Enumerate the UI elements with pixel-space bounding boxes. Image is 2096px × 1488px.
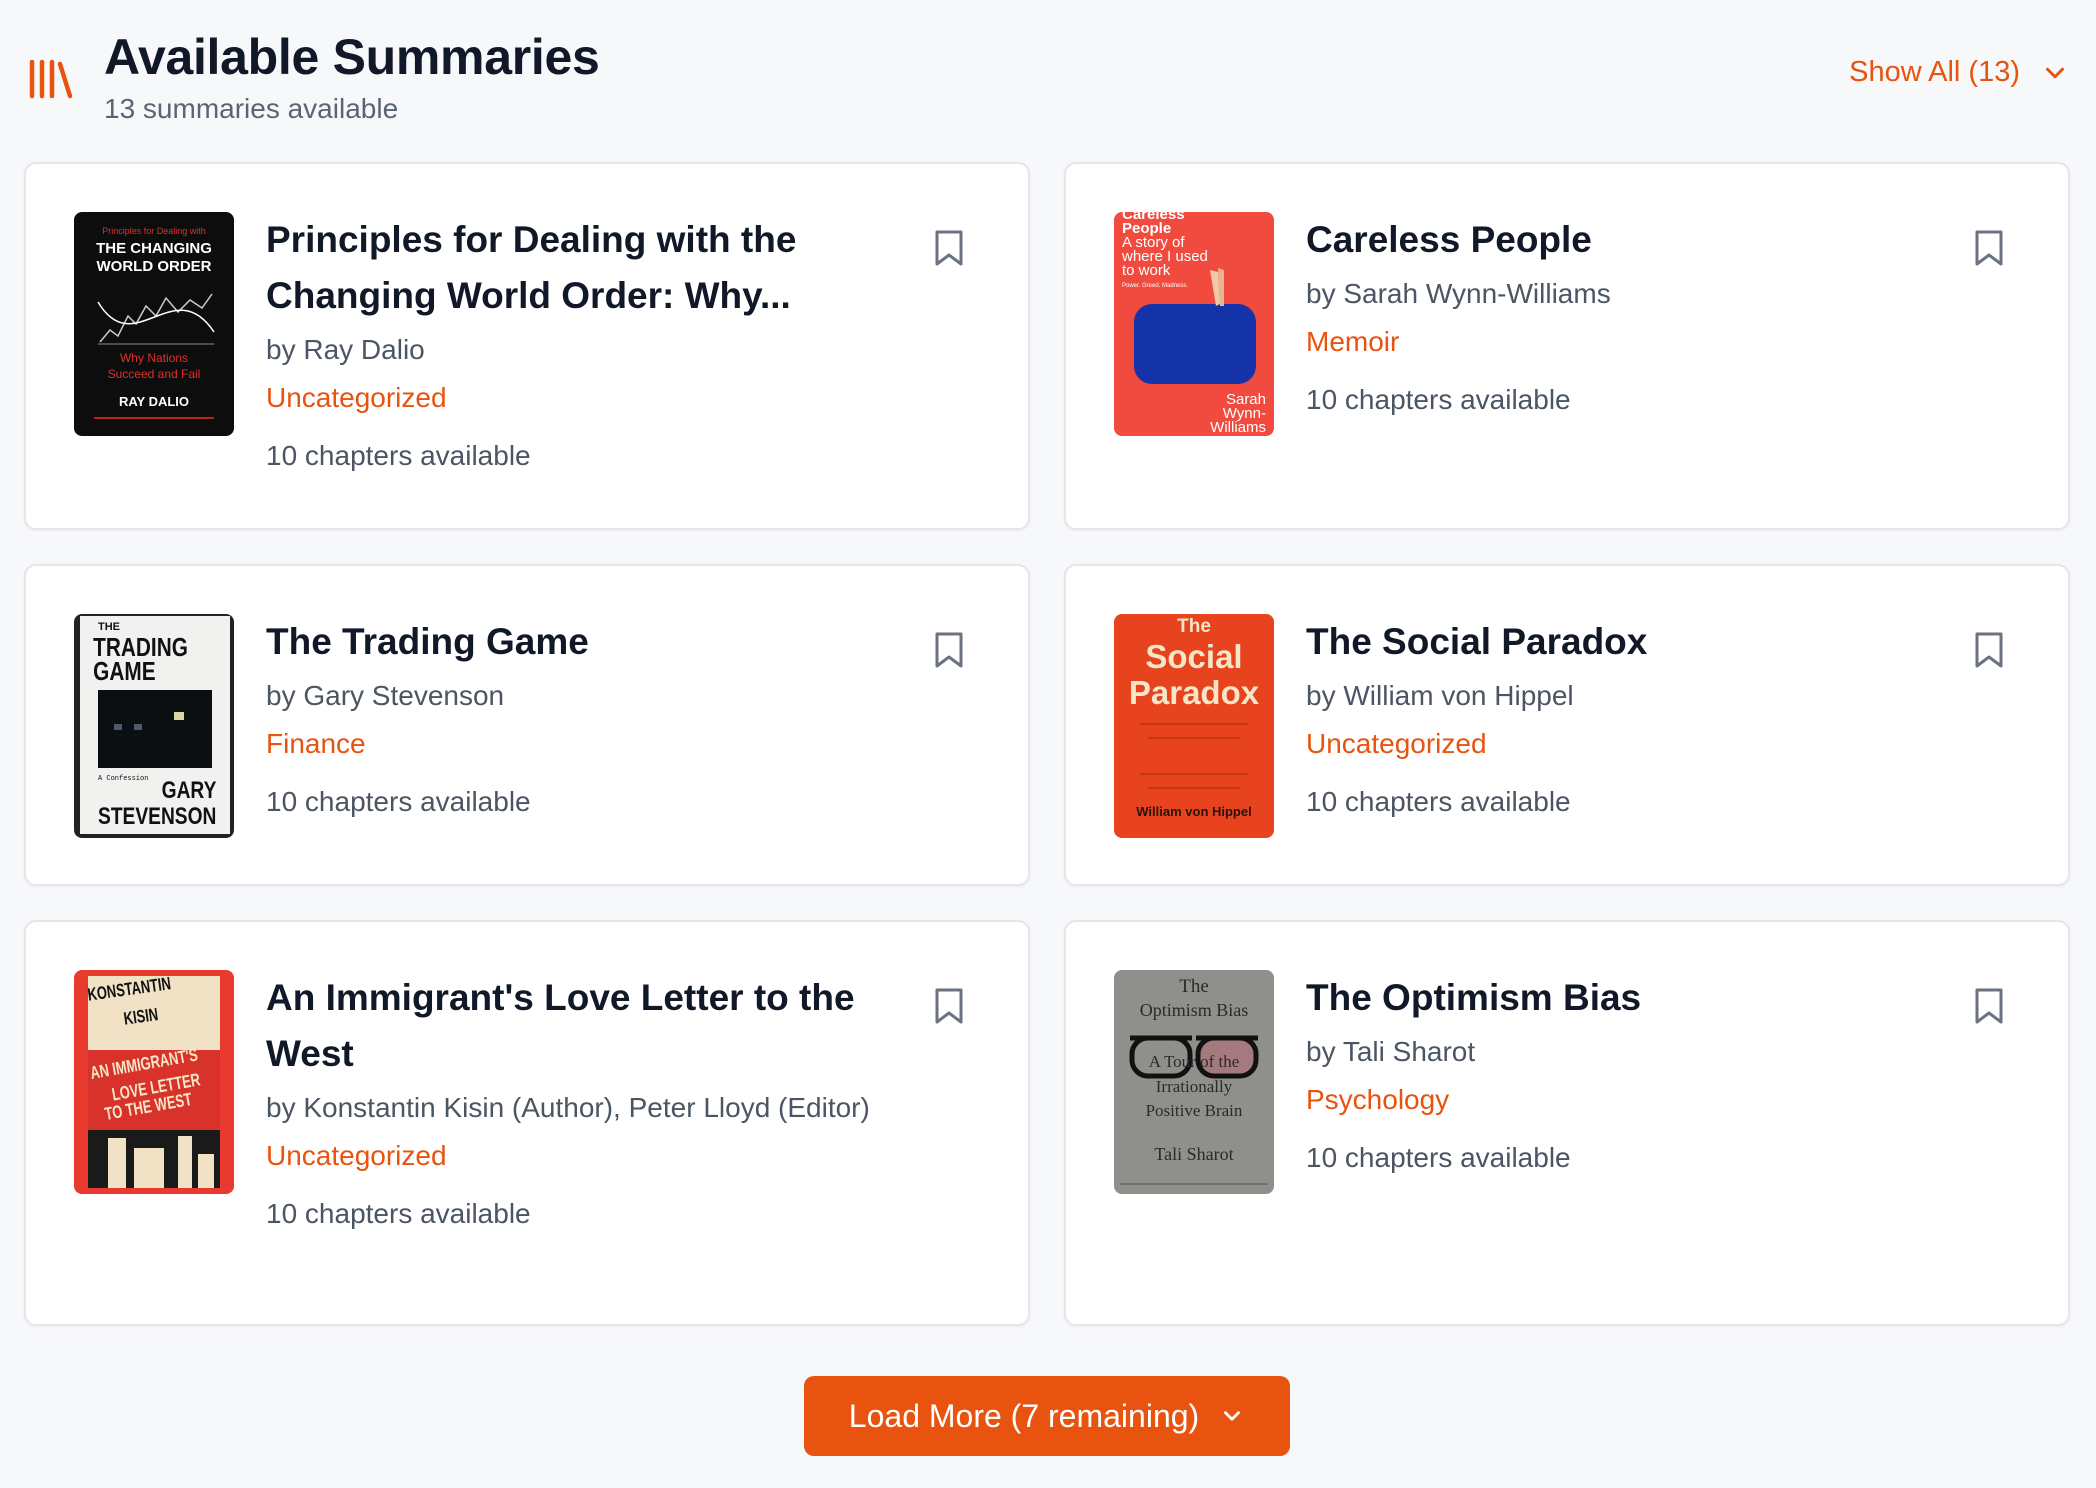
show-all-button[interactable]: Show All (13) [1849, 56, 2070, 89]
book-category: Psychology [1306, 1084, 1450, 1115]
svg-text:Paradox: Paradox [1129, 674, 1260, 711]
page-header: Available Summaries 13 summaries availab… [0, 0, 2096, 150]
svg-text:William von Hippel: William von Hippel [1136, 804, 1251, 819]
summary-card[interactable]: The Social Paradox William von Hippel Th… [1064, 564, 2070, 886]
svg-text:The: The [1177, 616, 1211, 637]
bookmark-icon[interactable] [1972, 228, 2006, 268]
book-title[interactable]: The Optimism Bias [1306, 970, 1918, 1026]
book-author: by Konstantin Kisin (Author), Peter Lloy… [266, 1092, 870, 1123]
summary-card[interactable]: Principles for Dealing with THE CHANGING… [24, 162, 1030, 530]
book-author: by William von Hippel [1306, 680, 1574, 711]
chapters-count: 10 chapters available [266, 1198, 531, 1229]
book-category: Memoir [1306, 326, 1400, 357]
bookmark-icon[interactable] [932, 986, 966, 1026]
svg-text:to work: to work [1122, 262, 1171, 279]
summary-card[interactable]: KONSTANTIN KISIN AN IMMIGRANT'S LOVE LET… [24, 920, 1030, 1326]
book-author: by Tali Sharot [1306, 1036, 1476, 1067]
bookmark-icon[interactable] [932, 228, 966, 268]
chevron-down-icon [1224, 1411, 1241, 1421]
load-more-button[interactable]: Load More (7 remaining) [804, 1376, 1290, 1456]
svg-text:GARY: GARY [162, 776, 217, 804]
book-category: Uncategorized [266, 1140, 447, 1171]
chapters-count: 10 chapters available [266, 440, 531, 471]
book-author: by Sarah Wynn-Williams [1306, 278, 1611, 309]
book-author: by Ray Dalio [266, 334, 425, 365]
book-title[interactable]: Principles for Dealing with the Changing… [266, 212, 878, 324]
svg-text:Positive Brain: Positive Brain [1146, 1101, 1243, 1120]
chapters-count: 10 chapters available [1306, 786, 1571, 817]
svg-text:The: The [1179, 976, 1209, 997]
book-title[interactable]: The Social Paradox [1306, 614, 1918, 670]
summary-card[interactable]: Careless People A story of where I used … [1064, 162, 2070, 530]
svg-text:A Confession: A Confession [98, 775, 148, 783]
summary-card[interactable]: THE TRADING GAME A Confession GARY STEVE… [24, 564, 1030, 886]
svg-text:GAME: GAME [93, 657, 155, 686]
svg-text:THE: THE [98, 621, 120, 633]
show-all-label: Show All (13) [1849, 56, 2020, 88]
book-cover: The Optimism Bias A Tour of the Irration… [1114, 970, 1274, 1194]
book-title[interactable]: The Trading Game [266, 614, 878, 670]
bookmark-icon[interactable] [932, 630, 966, 670]
svg-text:A Tour of the: A Tour of the [1149, 1052, 1240, 1071]
book-title[interactable]: Careless People [1306, 212, 1918, 268]
library-icon [29, 59, 73, 99]
svg-text:Principles for Dealing with: Principles for Dealing with [102, 226, 206, 236]
summaries-count: 13 summaries available [104, 93, 399, 124]
book-category: Finance [266, 728, 366, 759]
book-category: Uncategorized [266, 382, 447, 413]
svg-text:Succeed and Fail: Succeed and Fail [108, 367, 201, 381]
book-author: by Gary Stevenson [266, 680, 505, 711]
bookmark-icon[interactable] [1972, 986, 2006, 1026]
book-cover: The Social Paradox William von Hippel [1114, 614, 1274, 838]
page-title: Available Summaries [104, 29, 600, 85]
bookmark-icon[interactable] [1972, 630, 2006, 670]
book-cover: KONSTANTIN KISIN AN IMMIGRANT'S LOVE LET… [74, 970, 234, 1194]
svg-text:Power. Greed. Madness.: Power. Greed. Madness. [1122, 283, 1188, 289]
book-cover: THE TRADING GAME A Confession GARY STEVE… [74, 614, 234, 838]
chapters-count: 10 chapters available [1306, 384, 1571, 415]
book-category: Uncategorized [1306, 728, 1487, 759]
chapters-count: 10 chapters available [1306, 1142, 1571, 1173]
chapters-count: 10 chapters available [266, 786, 531, 817]
summary-card[interactable]: The Optimism Bias A Tour of the Irration… [1064, 920, 2070, 1326]
chevron-down-icon [2046, 67, 2064, 78]
svg-text:THE CHANGING: THE CHANGING [96, 240, 212, 257]
book-cover: Principles for Dealing with THE CHANGING… [74, 212, 234, 436]
svg-text:STEVENSON: STEVENSON [98, 802, 216, 830]
book-title[interactable]: An Immigrant's Love Letter to the West [266, 970, 878, 1082]
load-more-label: Load More (7 remaining) [848, 1397, 1200, 1434]
svg-text:Irrationally: Irrationally [1156, 1077, 1233, 1096]
svg-text:Social: Social [1145, 638, 1242, 675]
svg-text:Williams: Williams [1210, 419, 1266, 436]
svg-text:Tali Sharot: Tali Sharot [1154, 1144, 1233, 1164]
svg-text:Why Nations: Why Nations [120, 351, 188, 365]
svg-text:RAY DALIO: RAY DALIO [119, 394, 189, 409]
book-cover: Careless People A story of where I used … [1114, 212, 1274, 436]
svg-text:WORLD ORDER: WORLD ORDER [97, 258, 212, 275]
svg-text:Optimism Bias: Optimism Bias [1140, 1000, 1249, 1020]
